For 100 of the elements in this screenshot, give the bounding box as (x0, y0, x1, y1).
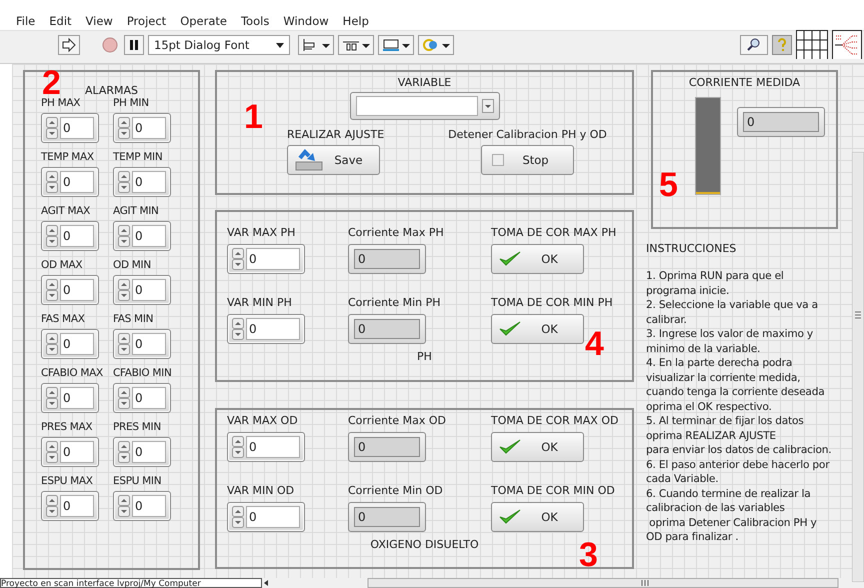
spinner-icon[interactable] (118, 171, 130, 193)
readout-field: 0 (348, 314, 426, 344)
menu-item[interactable]: Project (126, 14, 166, 28)
numeric-field[interactable]: 0 (41, 275, 99, 305)
control-label: AGIT MIN (113, 205, 160, 217)
control-label: Detener Calibracion PH y OD (448, 128, 607, 141)
ok-button[interactable]: OK (491, 244, 584, 274)
numeric-field[interactable]: 0 (113, 437, 171, 467)
indicator-label: CORRIENTE MEDIDA (688, 76, 802, 89)
numeric-field[interactable]: 0 (113, 383, 171, 413)
control-label: FAS MIN (113, 313, 154, 325)
control-label: OD MAX (41, 259, 84, 271)
checkmark-icon (498, 250, 522, 268)
pause-icon[interactable] (124, 35, 144, 55)
menu-item[interactable]: Help (342, 14, 369, 28)
indicator-label: Corriente Max PH (348, 226, 445, 239)
numeric-field[interactable]: 0 (227, 244, 305, 274)
variable-dropdown[interactable] (350, 92, 500, 120)
control-label: VARIABLE (396, 76, 452, 89)
save-button[interactable]: Save (287, 145, 380, 175)
spinner-icon[interactable] (118, 279, 130, 301)
control-label: TEMP MIN (113, 151, 164, 163)
spinner-icon[interactable] (118, 495, 130, 517)
numeric-field[interactable]: 0 (113, 221, 171, 251)
indicator-label: Corriente Min OD (348, 484, 444, 497)
menu-item[interactable]: Operate (180, 14, 227, 28)
spinner-icon[interactable] (46, 441, 58, 463)
vi-icon-drawing[interactable] (832, 30, 862, 60)
control-label: VAR MAX OD (227, 414, 299, 427)
control-label: CFABIO MIN (113, 367, 173, 379)
project-path: Proyecto en scan interface lvproj/My Computer (0, 578, 262, 588)
indicator-label: Corriente Max OD (348, 414, 448, 427)
control-label: VAR MAX PH (227, 226, 296, 239)
spinner-icon[interactable] (118, 387, 130, 409)
annotation-number: 3 (579, 538, 598, 572)
spinner-icon[interactable] (46, 495, 58, 517)
spinner-icon[interactable] (118, 117, 130, 139)
menu-item[interactable]: Window (283, 14, 329, 28)
stop-button[interactable]: Stop (481, 145, 574, 175)
readout-field: 0 (348, 502, 426, 532)
control-label: REALIZAR AJUSTE (287, 128, 384, 141)
instruction-step: 1. Oprima RUN para que el programa inicie. (646, 269, 852, 298)
spinner-icon[interactable] (46, 171, 58, 193)
spinner-icon[interactable] (232, 506, 244, 528)
numeric-field[interactable]: 0 (113, 167, 171, 197)
vertical-scrollbar[interactable] (852, 152, 864, 582)
menu-item[interactable]: File (16, 14, 36, 28)
spinner-icon[interactable] (118, 441, 130, 463)
numeric-field[interactable]: 0 (113, 491, 171, 521)
font-dropdown[interactable]: 15pt Dialog Font (148, 35, 290, 55)
control-label: PRES MAX (41, 421, 94, 433)
numeric-field[interactable]: 0 (41, 221, 99, 251)
numeric-field[interactable]: 0 (41, 329, 99, 359)
spinner-icon[interactable] (118, 333, 130, 355)
indicator-label: Corriente Min PH (348, 296, 442, 309)
align-icon[interactable] (298, 35, 334, 55)
numeric-field[interactable]: 0 (41, 113, 99, 143)
spinner-icon[interactable] (118, 225, 130, 247)
numeric-field[interactable]: 0 (41, 491, 99, 521)
readout-field: 0 (348, 244, 426, 274)
control-label: VAR MIN OD (227, 484, 296, 497)
numeric-field[interactable]: 0 (227, 502, 305, 532)
numeric-field[interactable]: 0 (227, 432, 305, 462)
control-label: PH MIN (113, 97, 150, 109)
distribute-icon[interactable] (338, 35, 374, 55)
ok-button[interactable]: OK (491, 432, 584, 462)
annotation-number: 4 (585, 327, 604, 361)
connector-pane-icon[interactable] (796, 30, 828, 60)
spinner-icon[interactable] (46, 387, 58, 409)
search-icon[interactable] (740, 35, 768, 55)
control-label: ESPU MAX (41, 475, 94, 487)
numeric-field[interactable]: 0 (113, 275, 171, 305)
ok-button[interactable]: OK (491, 502, 584, 532)
caret-icon (276, 42, 284, 48)
menu-item[interactable]: View (86, 14, 113, 28)
numeric-field[interactable]: 0 (41, 167, 99, 197)
spinner-icon[interactable] (46, 279, 58, 301)
spinner-icon[interactable] (232, 318, 244, 340)
control-label: ESPU MIN (113, 475, 162, 487)
spinner-icon[interactable] (232, 436, 244, 458)
spinner-icon[interactable] (232, 248, 244, 270)
numeric-field[interactable]: 0 (41, 437, 99, 467)
instruction-step: 6. El paso anterior debe hacerlo por cada Variable. (646, 458, 852, 486)
annotation-number: 1 (244, 100, 263, 134)
menu-item[interactable]: Edit (49, 14, 72, 28)
numeric-field[interactable]: 0 (227, 314, 305, 344)
ok-button[interactable]: OK (491, 314, 584, 344)
control-label: TOMA DE COR MAX OD (491, 414, 618, 427)
spinner-icon[interactable] (46, 117, 58, 139)
menu-item[interactable]: Tools (240, 14, 270, 28)
resize-icon[interactable] (378, 35, 414, 55)
numeric-field[interactable]: 0 (113, 113, 171, 143)
instruction-step: 5. Al terminar de fijar los datos oprima REALIZAR AJUSTE para enviar los datos de calibracion. (646, 414, 852, 458)
spinner-icon[interactable] (46, 225, 58, 247)
panel-title: ALARMAS (84, 84, 140, 97)
numeric-field[interactable]: 0 (113, 329, 171, 359)
spinner-icon[interactable] (46, 333, 58, 355)
control-label: AGIT MAX (41, 205, 92, 217)
checkmark-icon (498, 438, 522, 456)
numeric-field[interactable]: 0 (41, 383, 99, 413)
